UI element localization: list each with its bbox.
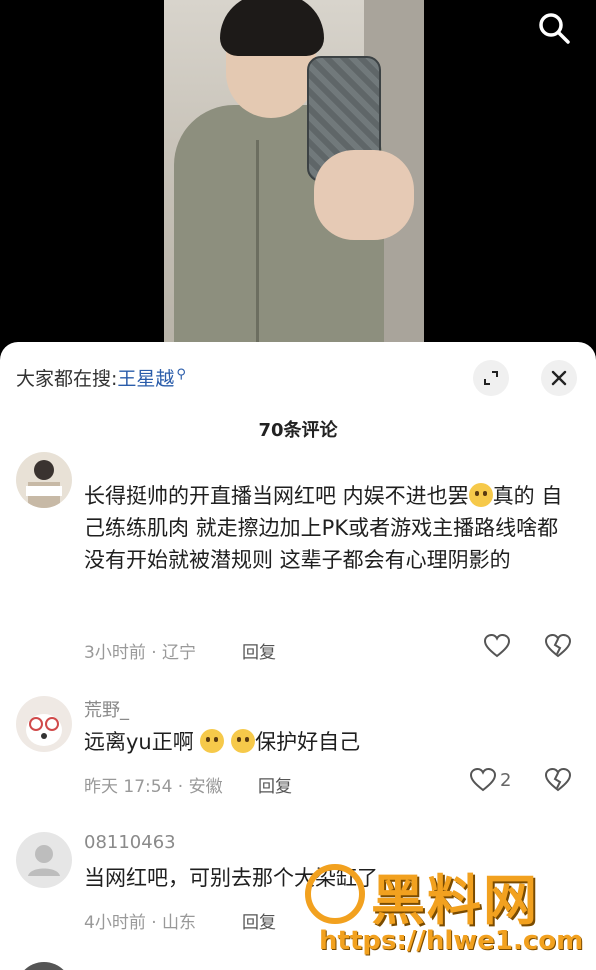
dislike-button[interactable] (544, 633, 572, 662)
watermark-title: 黑料网 (371, 869, 539, 932)
watermark-url: https://hlwe1.com (319, 926, 584, 956)
expand-button[interactable] (473, 360, 509, 396)
close-button[interactable] (541, 360, 577, 396)
like-button[interactable] (484, 634, 510, 658)
expand-icon (484, 371, 498, 385)
reply-button[interactable]: 回复 (242, 638, 276, 663)
hot-search-keyword[interactable]: 王星越 (117, 364, 174, 391)
broken-heart-icon (544, 633, 572, 658)
username[interactable]: 08110463 (84, 832, 176, 853)
watermark-logo-icon (305, 864, 365, 924)
reply-button[interactable]: 回复 (242, 908, 276, 933)
hot-search-prefix: 大家都在搜: (16, 368, 118, 390)
broken-heart-icon (544, 767, 572, 792)
comment-meta: 4小时前 · 山东 (84, 913, 197, 933)
video-player[interactable] (0, 0, 596, 360)
comment-meta: 3小时前 · 辽宁 (84, 643, 197, 663)
watermark: 黑料网 https://hlwe1.com (305, 860, 595, 970)
comment-meta: 昨天 17:54 · 安徽 (84, 777, 223, 797)
like-count: 2 (500, 769, 512, 791)
comment-item: 荒野_ 远离yu正啊 保护好自己 昨天 17:54 · 安徽 回复 2 (0, 694, 596, 814)
heart-icon (470, 768, 496, 792)
avatar[interactable] (16, 452, 72, 508)
video-frame (164, 0, 424, 360)
sheet-header: 大家都在搜: 王星越 ⚲ (0, 342, 596, 418)
comment-text: 长得挺帅的开直播当网红吧 内娱不进也罢 真的 自己练练肌肉 就走擦边加上PK或者游… (84, 483, 563, 572)
avatar[interactable] (16, 696, 72, 752)
username[interactable]: 荒野_ (84, 696, 129, 722)
search-button[interactable] (534, 8, 574, 48)
dislike-button[interactable] (544, 767, 572, 796)
comment-count: 70条评论 (258, 420, 338, 441)
small-search-icon: ⚲ (176, 367, 186, 382)
avatar[interactable] (16, 832, 72, 888)
comment-item: 长得挺帅的开直播当网红吧 内娱不进也罢 真的 自己练练肌肉 就走擦边加上PK或者游… (0, 452, 596, 672)
reply-button[interactable]: 回复 (258, 772, 292, 797)
flushed-emoji-icon (468, 483, 493, 507)
avatar (16, 962, 72, 970)
comment-text: 远离yu正啊 保护好自己 (84, 729, 361, 754)
hot-search-link[interactable]: 大家都在搜: 王星越 ⚲ (16, 364, 186, 391)
close-icon (551, 370, 567, 386)
search-icon (539, 13, 570, 44)
pleading-emoji-icon (200, 729, 225, 753)
like-button[interactable]: 2 (470, 768, 511, 792)
pleading-emoji-icon (231, 729, 256, 753)
heart-icon (484, 634, 510, 658)
